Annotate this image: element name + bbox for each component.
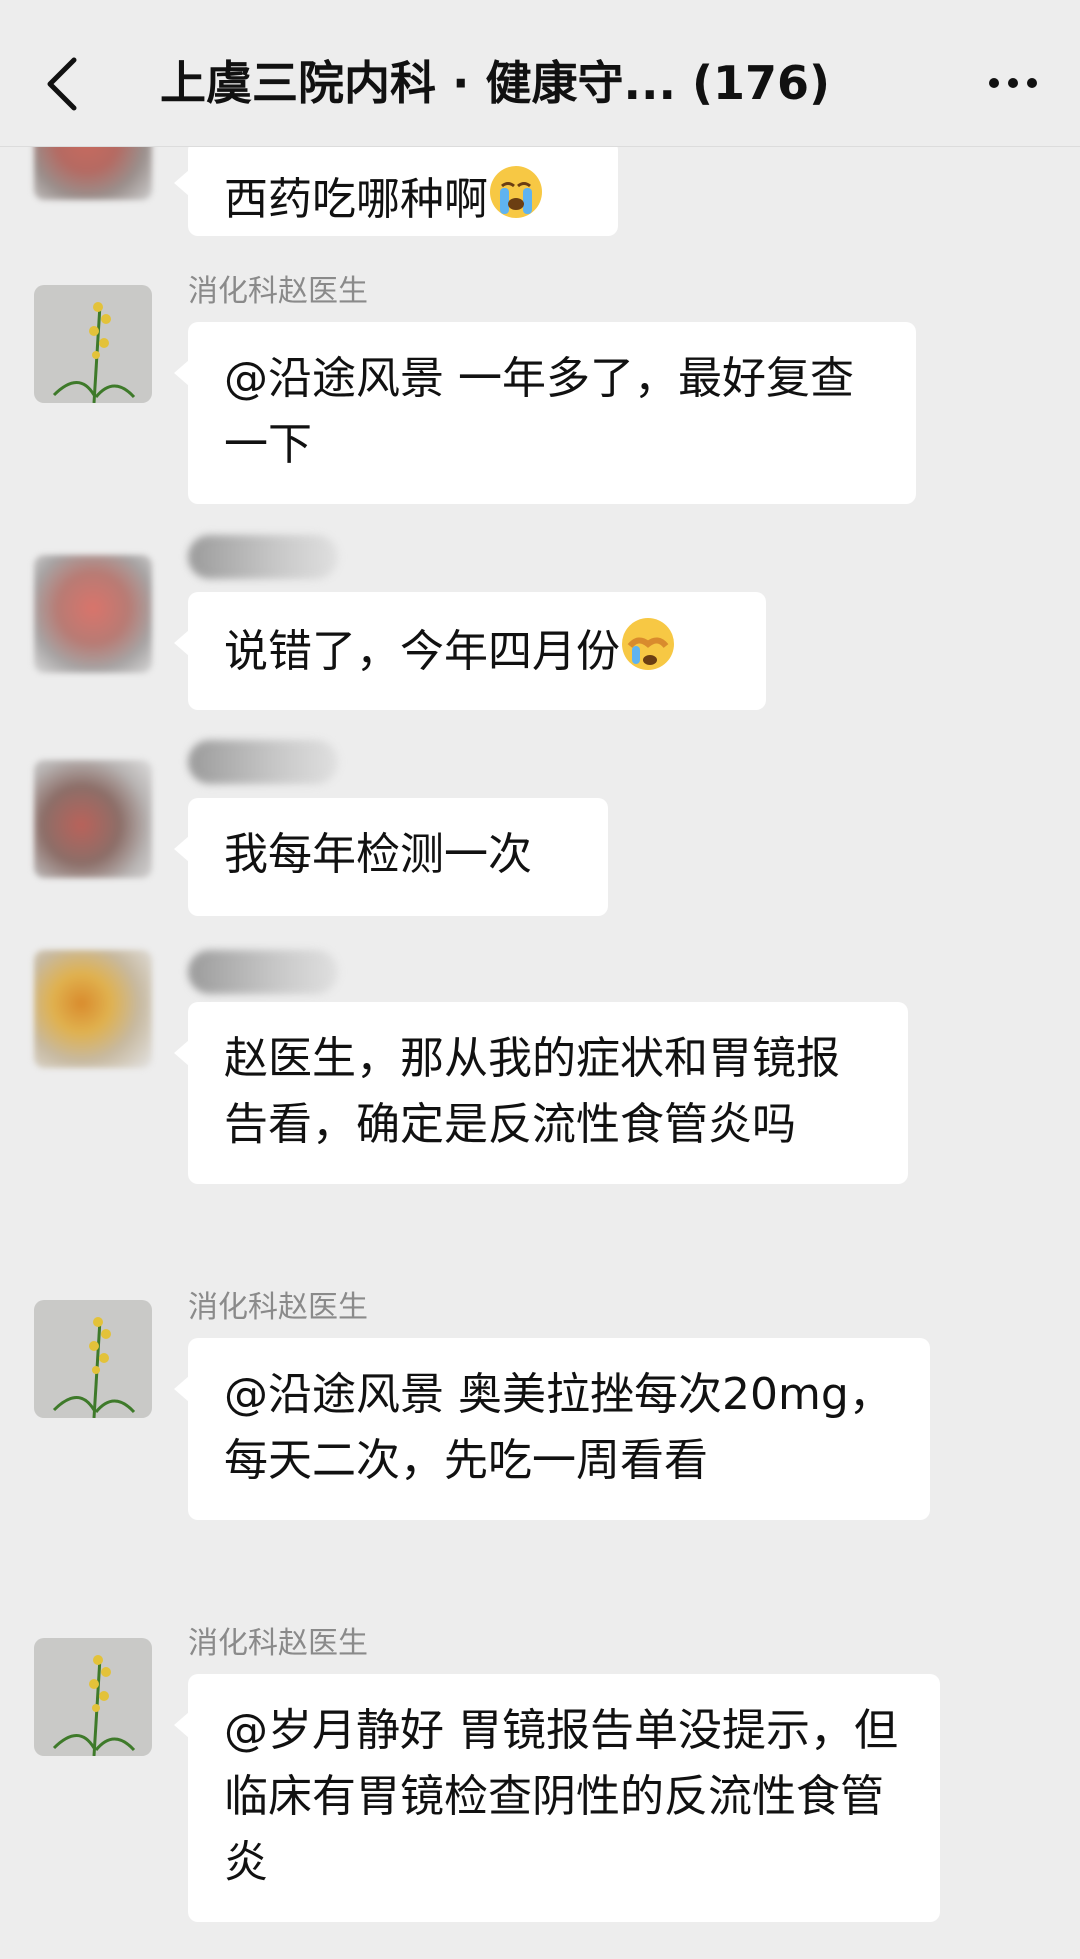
avatar-doctor[interactable] <box>34 1638 152 1756</box>
message-bubble[interactable]: 西药吃哪种啊 <box>174 140 618 239</box>
sender-name <box>188 950 338 994</box>
sender-name: 消化科赵医生 <box>188 1290 368 1325</box>
sender-name <box>188 535 338 579</box>
more-options-icon[interactable] <box>968 58 1058 108</box>
sender-name <box>188 740 338 784</box>
message-text: 西药吃哪种啊 <box>224 174 488 225</box>
message-text: 我每年检测一次 <box>224 829 532 880</box>
loudly-crying-face-icon <box>488 164 544 239</box>
message-bubble[interactable]: 我每年检测一次 <box>174 798 608 916</box>
message-text: @沿途风景 一年多了，最好复查一下 <box>224 353 854 470</box>
sender-name: 消化科赵医生 <box>188 1626 368 1661</box>
back-arrow-icon[interactable] <box>44 54 80 114</box>
face-with-tears-covering-icon <box>620 616 676 691</box>
message-text: @岁月静好 胃镜报告单没提示，但临床有胃镜检查阴性的反流性食管炎 <box>224 1705 898 1888</box>
message-text: 说错了，今年四月份 <box>224 626 620 677</box>
avatar-doctor[interactable] <box>34 1300 152 1418</box>
message-bubble[interactable]: @岁月静好 胃镜报告单没提示，但临床有胃镜检查阴性的反流性食管炎 <box>174 1674 940 1922</box>
sender-name: 消化科赵医生 <box>188 274 368 309</box>
message-bubble[interactable]: @沿途风景 奥美拉挫每次20mg，每天二次，先吃一周看看 <box>174 1338 930 1520</box>
message-bubble[interactable]: 赵医生，那从我的症状和胃镜报告看，确定是反流性食管炎吗 <box>174 1002 908 1184</box>
avatar[interactable] <box>34 555 152 673</box>
avatar-doctor[interactable] <box>34 285 152 403</box>
message-text: @沿途风景 奥美拉挫每次20mg，每天二次，先吃一周看看 <box>224 1369 893 1486</box>
message-bubble[interactable]: 说错了，今年四月份 <box>174 592 766 710</box>
chat-title: 上虞三院内科 · 健康守... (176) <box>160 56 831 110</box>
chat-header: 上虞三院内科 · 健康守... (176) <box>0 0 1080 147</box>
message-text: 赵医生，那从我的症状和胃镜报告看，确定是反流性食管炎吗 <box>224 1033 840 1150</box>
avatar[interactable] <box>34 950 152 1068</box>
message-bubble[interactable]: @沿途风景 一年多了，最好复查一下 <box>174 322 916 504</box>
avatar[interactable] <box>34 760 152 878</box>
